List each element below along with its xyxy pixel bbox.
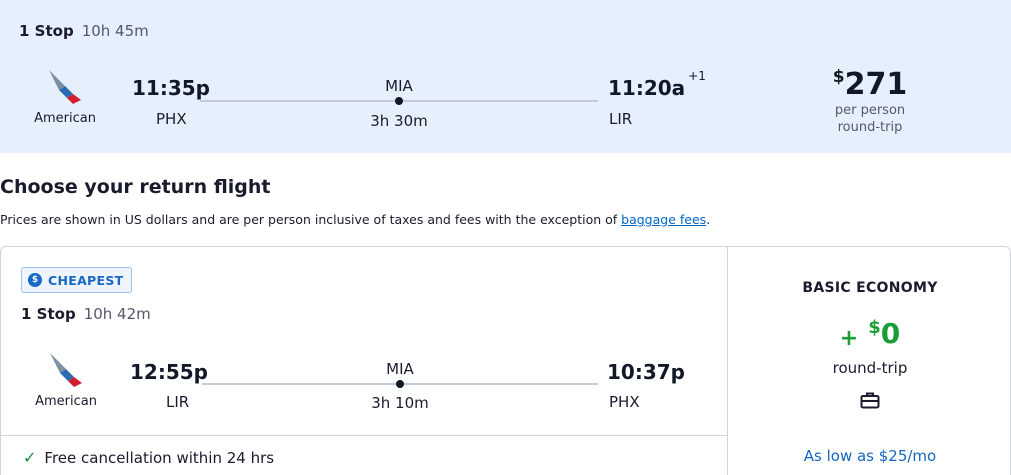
outbound-arrive-airport: LIR	[609, 110, 633, 128]
outbound-connection-airport: MIA	[385, 77, 413, 95]
return-depart-time: 12:55p	[130, 360, 208, 384]
price-round-trip-note: round-trip	[837, 120, 903, 135]
fare-price-difference: + $0	[839, 317, 901, 351]
outbound-price: $271 per person round-trip	[800, 60, 940, 136]
check-icon: ✓	[23, 448, 37, 467]
return-depart-airport: LIR	[166, 393, 190, 411]
next-day-indicator: +1	[688, 69, 706, 84]
return-airline: American	[21, 349, 111, 409]
selected-outbound-flight[interactable]: 1 Stop 10h 45m American 11:35p PHX MIA 3h…	[0, 0, 1011, 153]
outbound-layover-duration: 3h 30m	[370, 112, 428, 130]
monthly-payment-link[interactable]: As low as $25/mo	[728, 447, 1010, 465]
baggage-fees-link[interactable]: baggage fees	[621, 212, 706, 227]
return-arrive-airport: PHX	[609, 393, 640, 411]
return-flight-card[interactable]: $ CHEAPEST 1 Stop 10h 42m American 12:55p…	[0, 246, 1011, 475]
price-disclaimer: Prices are shown in US dollars and are p…	[0, 212, 711, 227]
american-airlines-logo-icon	[50, 353, 82, 387]
outbound-depart-time: 11:35p	[132, 76, 210, 100]
price-per-person-note: per person	[834, 103, 906, 118]
basic-economy-fare-option[interactable]: BASIC ECONOMY + $0 round-trip As low as $…	[728, 247, 1010, 475]
briefcase-icon	[860, 392, 880, 409]
american-airlines-logo-icon	[49, 70, 81, 104]
fare-round-trip-note: round-trip	[832, 359, 908, 377]
return-connection-airport: MIA	[386, 360, 414, 378]
return-layover-duration: 3h 10m	[371, 394, 429, 412]
card-divider	[1, 435, 728, 436]
outbound-arrive-time: 11:20a +1	[608, 69, 706, 100]
return-stop-dot	[396, 380, 404, 388]
outbound-depart-airport: PHX	[156, 110, 187, 128]
outbound-airline: American	[20, 66, 110, 126]
page-title: Choose your return flight	[0, 176, 271, 198]
dollar-icon: $	[28, 273, 42, 287]
return-arrive-time: 10:37p	[607, 360, 685, 384]
fare-class-name: BASIC ECONOMY	[802, 280, 938, 296]
outbound-stops-summary: 1 Stop 10h 45m	[19, 22, 149, 40]
free-cancellation-note: ✓ Free cancellation within 24 hrs	[23, 448, 275, 467]
return-flight-details[interactable]: $ CHEAPEST 1 Stop 10h 42m American 12:55p…	[1, 247, 728, 475]
outbound-stop-dot	[395, 97, 403, 105]
cheapest-badge: $ CHEAPEST	[21, 267, 133, 293]
return-stops-summary: 1 Stop 10h 42m	[21, 305, 151, 323]
